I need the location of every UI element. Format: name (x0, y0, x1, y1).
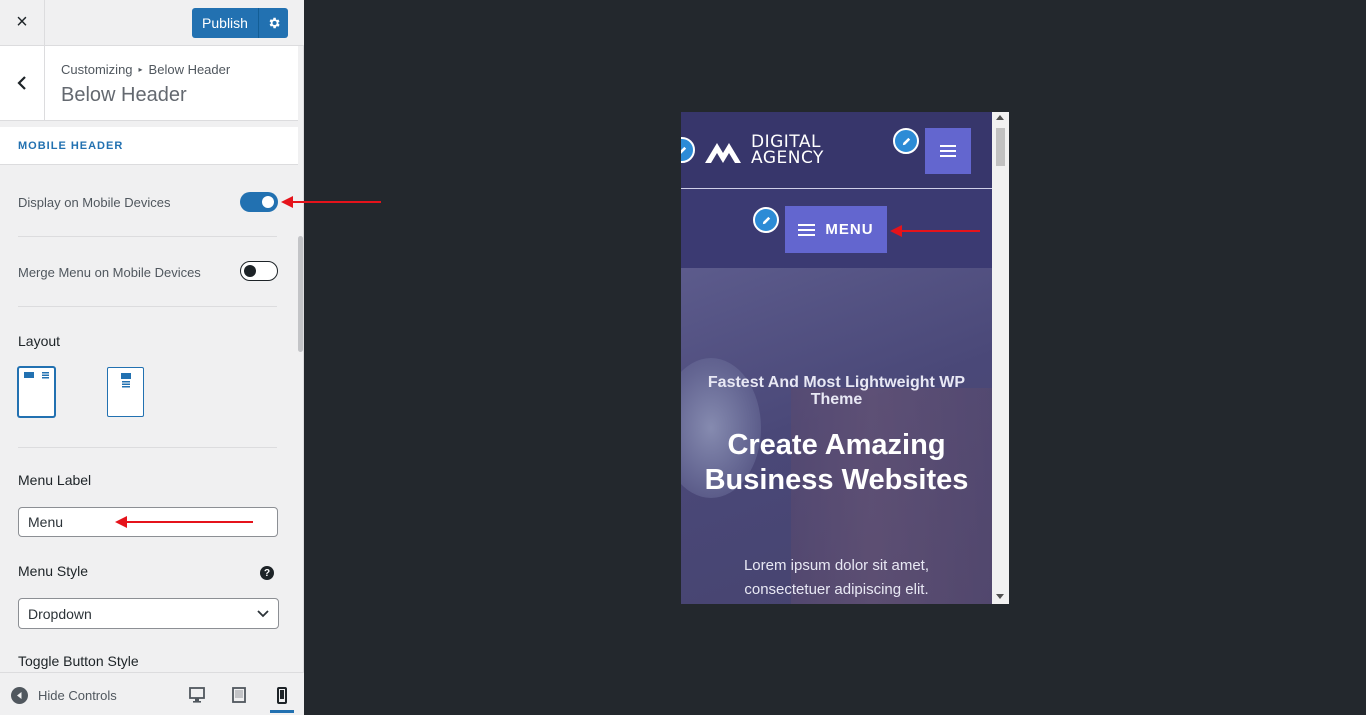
chevron-down-icon (257, 609, 269, 617)
menu-style-value: Dropdown (28, 605, 92, 622)
hide-controls-button[interactable]: Hide Controls (11, 687, 117, 704)
publish-settings-button[interactable] (258, 8, 288, 38)
hamburger-line (940, 155, 956, 157)
help-icon[interactable]: ? (260, 566, 274, 580)
breadcrumb: Customizing ▸ Below Header (61, 62, 230, 77)
menu-label-heading: Menu Label (18, 472, 92, 488)
device-desktop-button[interactable] (185, 683, 209, 707)
edit-shortcut-logo[interactable] (681, 137, 695, 163)
annotation-arrow (115, 516, 253, 528)
display-mobile-toggle[interactable] (240, 192, 278, 212)
layout-label: Layout (18, 333, 61, 349)
divider (18, 236, 277, 237)
edit-shortcut-header-menu[interactable] (893, 128, 919, 154)
scroll-up-icon[interactable] (996, 115, 1004, 120)
page-title: Below Header (61, 84, 187, 106)
divider (18, 447, 277, 448)
section-header: Customizing ▸ Below Header Below Header (0, 46, 298, 121)
gear-icon (269, 17, 280, 29)
layout-stacked-icon (121, 373, 131, 388)
breadcrumb-current: Below Header (148, 62, 231, 77)
menu-icon (798, 223, 816, 236)
desktop-icon (189, 687, 205, 703)
breadcrumb-root: Customizing (61, 62, 133, 77)
layout-left-icon (24, 372, 49, 379)
chevron-left-icon (17, 76, 26, 90)
scroll-down-icon[interactable] (996, 594, 1004, 599)
hero-text: Lorem ipsum dolor sit amet, consectetuer… (743, 557, 930, 598)
header-hamburger-button[interactable] (925, 128, 971, 174)
hamburger-line (940, 145, 956, 147)
menu-button-label: MENU (825, 221, 874, 238)
divider (18, 306, 277, 307)
breadcrumb-separator-icon: ▸ (138, 65, 143, 74)
logo-line-2: AGENCY (751, 148, 824, 168)
customizer-panel: × Publish Customizing ▸ Below Header Bel… (0, 0, 304, 715)
below-header-menu-button[interactable]: MENU (785, 206, 887, 253)
layout-option-1[interactable] (18, 367, 55, 417)
logo-text: DIGITAL AGENCY (751, 134, 824, 168)
device-tablet-button[interactable] (227, 683, 251, 707)
logo-mountain-icon (705, 143, 741, 163)
pencil-icon (902, 137, 910, 145)
preview-scrollbar[interactable] (992, 112, 1009, 604)
menu-style-select[interactable]: Dropdown (18, 598, 279, 629)
tablet-icon (232, 687, 246, 703)
annotation-arrow (890, 225, 980, 237)
publish-group: Publish (192, 8, 288, 38)
hide-controls-label: Hide Controls (38, 688, 117, 703)
publish-button[interactable]: Publish (192, 8, 258, 38)
collapse-arrow-icon (11, 687, 28, 704)
toggle-knob (244, 264, 256, 277)
hero-title: Create Amazing Business Websites (704, 429, 969, 496)
edit-shortcut-below-header[interactable] (753, 207, 779, 233)
subsection-title: MOBILE HEADER (18, 140, 124, 152)
customizer-topbar: × Publish (0, 0, 304, 46)
layout-option-2[interactable] (107, 367, 144, 417)
back-button[interactable] (0, 46, 45, 120)
site-preview: DIGITAL AGENCY MENU Fastest And Most Lig… (681, 112, 1009, 604)
preview-hero: Fastest And Most Lightweight WP Theme Cr… (681, 268, 992, 604)
close-icon[interactable]: × (0, 0, 45, 45)
mobile-icon (277, 686, 287, 704)
pencil-icon (681, 146, 686, 153)
customizer-footer: Hide Controls (0, 672, 304, 715)
display-mobile-label: Display on Mobile Devices (18, 195, 171, 210)
merge-menu-toggle[interactable] (240, 261, 278, 281)
merge-menu-label: Merge Menu on Mobile Devices (18, 265, 201, 280)
panel-scrollbar[interactable] (298, 236, 303, 352)
annotation-arrow (281, 196, 381, 208)
site-logo[interactable]: DIGITAL AGENCY (703, 134, 824, 168)
scroll-thumb[interactable] (996, 128, 1005, 166)
device-mobile-button[interactable] (270, 681, 294, 713)
hamburger-line (940, 150, 956, 152)
subsection-header: MOBILE HEADER (0, 127, 298, 165)
toggle-knob (262, 196, 274, 208)
hero-subtitle: Fastest And Most Lightweight WP Theme (707, 374, 966, 408)
preview-site-header: DIGITAL AGENCY (681, 112, 992, 189)
preview-below-header: MENU (681, 190, 992, 268)
menu-style-heading: Menu Style (18, 563, 89, 579)
toggle-button-style-heading: Toggle Button Style (18, 653, 139, 669)
pencil-icon (762, 216, 770, 224)
